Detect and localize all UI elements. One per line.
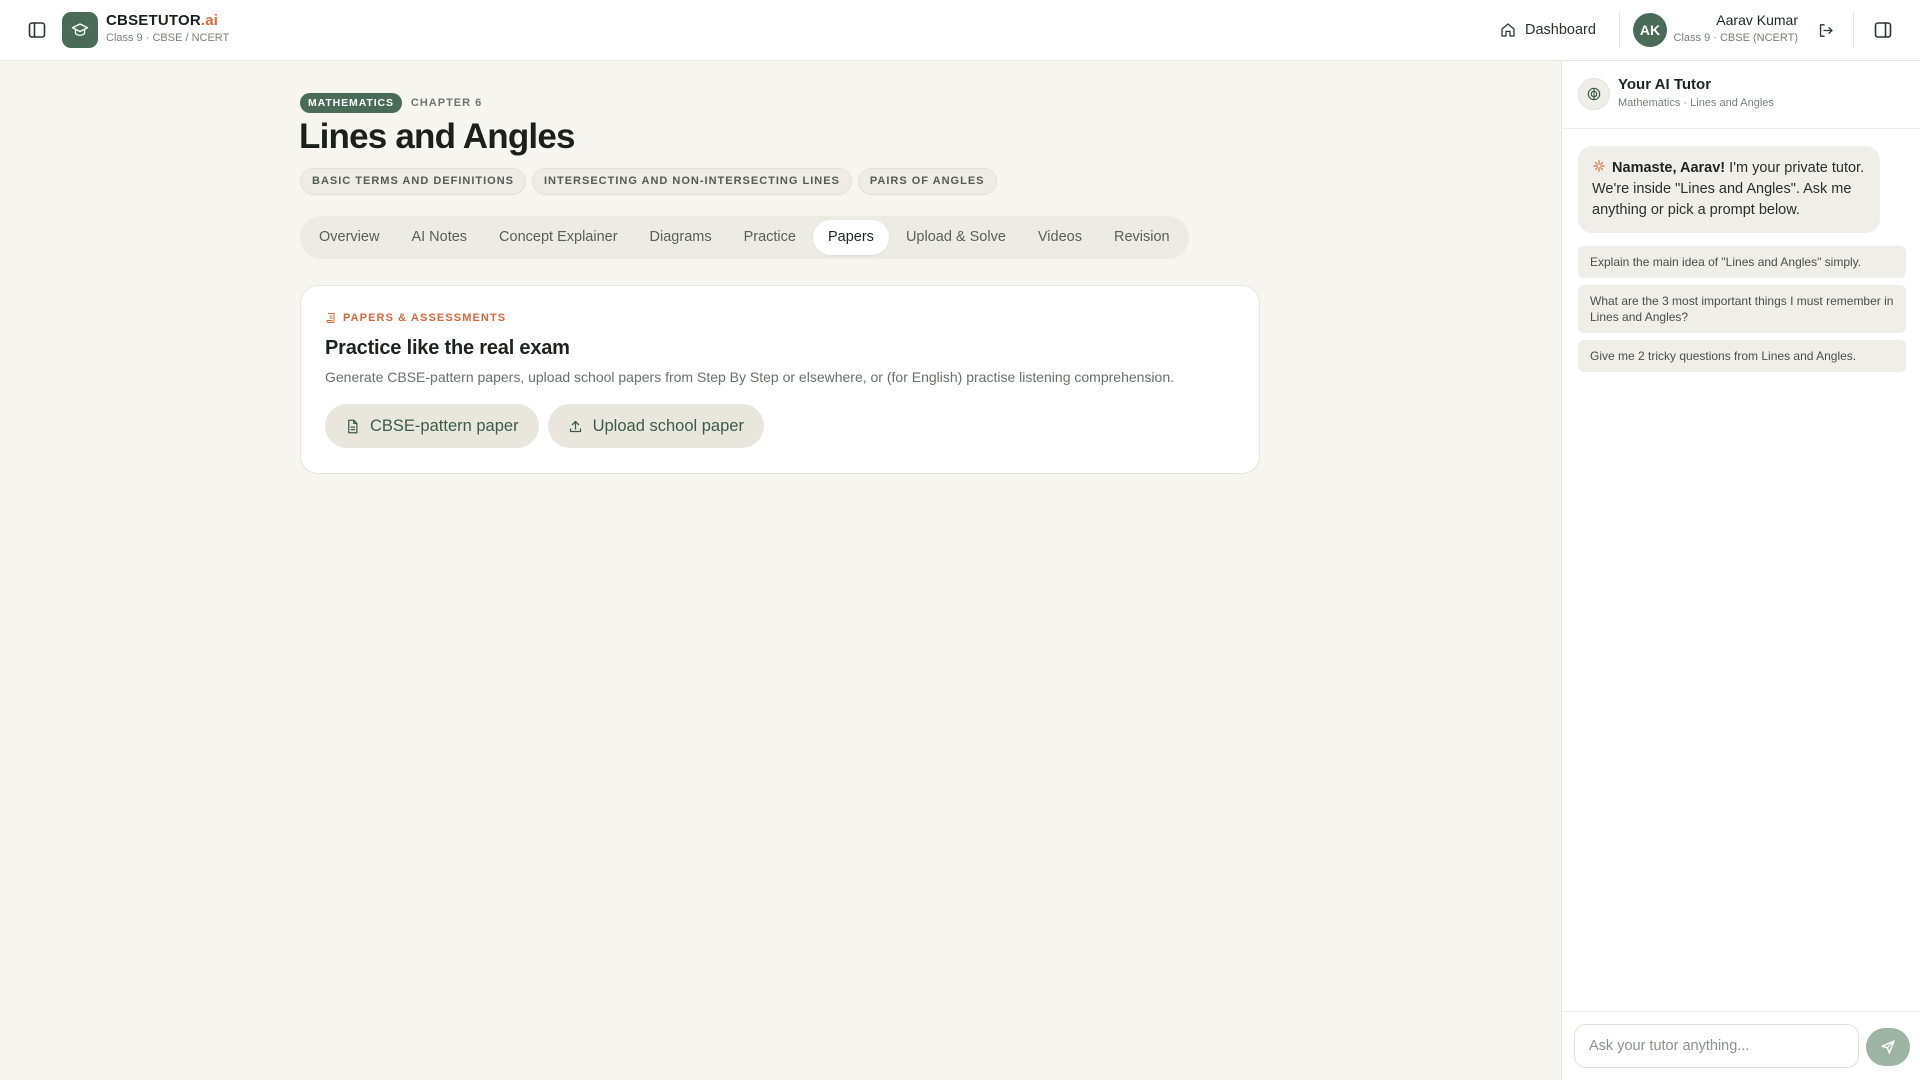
brand-subtitle: Class 9 · CBSE / NCERT bbox=[106, 32, 230, 44]
brand-suffix: .ai bbox=[200, 12, 219, 29]
breadcrumb: MATHEMATICS CHAPTER 6 bbox=[300, 93, 482, 113]
tutor-greeting-message: Namaste, Aarav! I'm your private tutor. … bbox=[1578, 146, 1880, 233]
tab-videos[interactable]: Videos bbox=[1023, 220, 1097, 255]
brain-icon bbox=[1578, 78, 1610, 110]
card-title: Practice like the real exam bbox=[325, 337, 570, 359]
cbse-pattern-paper-button[interactable]: CBSE-pattern paper bbox=[325, 404, 539, 448]
tab-papers[interactable]: Papers bbox=[812, 220, 889, 255]
ai-tutor-panel: Your AI Tutor Mathematics · Lines and An… bbox=[1561, 61, 1920, 1080]
scroll-icon bbox=[326, 313, 335, 323]
file-icon bbox=[348, 419, 358, 433]
topic-chip-basic-terms[interactable]: BASIC TERMS AND DEFINITIONS bbox=[300, 168, 526, 195]
card-kicker-label: PAPERS & ASSESSMENTS bbox=[343, 312, 507, 324]
tab-overview[interactable]: Overview bbox=[304, 220, 394, 255]
upload-school-paper-label: Upload school paper bbox=[592, 416, 744, 435]
tab-ai-notes[interactable]: AI Notes bbox=[396, 220, 482, 255]
tab-diagrams[interactable]: Diagrams bbox=[635, 220, 727, 255]
user-name: Aarav Kumar bbox=[1716, 12, 1798, 28]
card-actions: CBSE-pattern paper Upload school paper bbox=[325, 404, 764, 448]
card-description: Generate CBSE-pattern papers, upload sch… bbox=[325, 369, 1174, 385]
brand-name: CBSETUTOR.ai bbox=[106, 12, 219, 29]
tab-revision[interactable]: Revision bbox=[1099, 220, 1185, 255]
sidebar-toggle-icon[interactable] bbox=[19, 12, 55, 48]
tutor-title: Your AI Tutor bbox=[1618, 76, 1712, 93]
subject-badge: MATHEMATICS bbox=[300, 93, 402, 113]
upload-school-paper-button[interactable]: Upload school paper bbox=[547, 404, 764, 448]
topic-chip-intersecting-lines[interactable]: INTERSECTING AND NON-INTERSECTING LINES bbox=[532, 168, 852, 195]
logout-icon[interactable] bbox=[1807, 12, 1843, 48]
user-subtitle: Class 9 · CBSE (NCERT) bbox=[1673, 32, 1798, 44]
upload-icon bbox=[569, 420, 581, 432]
tab-concept-explainer[interactable]: Concept Explainer bbox=[484, 220, 633, 255]
avatar[interactable]: AK bbox=[1633, 13, 1667, 47]
send-icon bbox=[1881, 1040, 1895, 1054]
tutor-message-input[interactable] bbox=[1574, 1024, 1859, 1068]
graduation-cap-icon[interactable] bbox=[62, 12, 98, 48]
panel-toggle-icon[interactable] bbox=[1865, 12, 1901, 48]
top-bar: CBSETUTOR.ai Class 9 · CBSE / NCERT Dash… bbox=[0, 0, 1920, 61]
tutor-composer bbox=[1562, 1011, 1920, 1080]
tutor-subtitle: Mathematics · Lines and Angles bbox=[1618, 97, 1774, 109]
send-button[interactable] bbox=[1866, 1028, 1910, 1066]
tab-practice[interactable]: Practice bbox=[729, 220, 811, 255]
user-info: Aarav Kumar Class 9 · CBSE (NCERT) bbox=[1674, 12, 1798, 45]
card-kicker: PAPERS & ASSESSMENTS bbox=[325, 312, 506, 324]
dashboard-label: Dashboard bbox=[1525, 22, 1596, 38]
sparkle-icon bbox=[1593, 160, 1605, 172]
chapter-tabs: Overview AI Notes Concept Explainer Diag… bbox=[300, 216, 1189, 259]
suggested-prompt[interactable]: Explain the main idea of "Lines and Angl… bbox=[1578, 246, 1906, 278]
divider bbox=[1853, 12, 1854, 48]
cbse-pattern-paper-label: CBSE-pattern paper bbox=[370, 416, 519, 435]
greeting-bold: Namaste, Aarav! bbox=[1612, 160, 1726, 176]
papers-card: PAPERS & ASSESSMENTS Practice like the r… bbox=[300, 285, 1260, 474]
topic-chips: BASIC TERMS AND DEFINITIONS INTERSECTING… bbox=[300, 168, 997, 195]
suggested-prompt[interactable]: Give me 2 tricky questions from Lines an… bbox=[1578, 340, 1906, 372]
suggested-prompt[interactable]: What are the 3 most important things I m… bbox=[1578, 285, 1906, 333]
dashboard-link[interactable]: Dashboard bbox=[1500, 17, 1596, 43]
home-icon bbox=[1501, 23, 1515, 37]
divider bbox=[1619, 12, 1620, 48]
page-title: Lines and Angles bbox=[299, 117, 575, 156]
suggested-prompts: Explain the main idea of "Lines and Angl… bbox=[1578, 246, 1906, 372]
main-content: MATHEMATICS CHAPTER 6 Lines and Angles B… bbox=[0, 61, 1561, 1080]
topic-chip-pairs-of-angles[interactable]: PAIRS OF ANGLES bbox=[857, 168, 997, 195]
tab-upload-solve[interactable]: Upload & Solve bbox=[891, 220, 1021, 255]
tutor-header: Your AI Tutor Mathematics · Lines and An… bbox=[1562, 61, 1920, 129]
brand[interactable]: CBSETUTOR.ai Class 9 · CBSE / NCERT bbox=[106, 12, 229, 45]
chapter-label: CHAPTER 6 bbox=[410, 97, 483, 109]
